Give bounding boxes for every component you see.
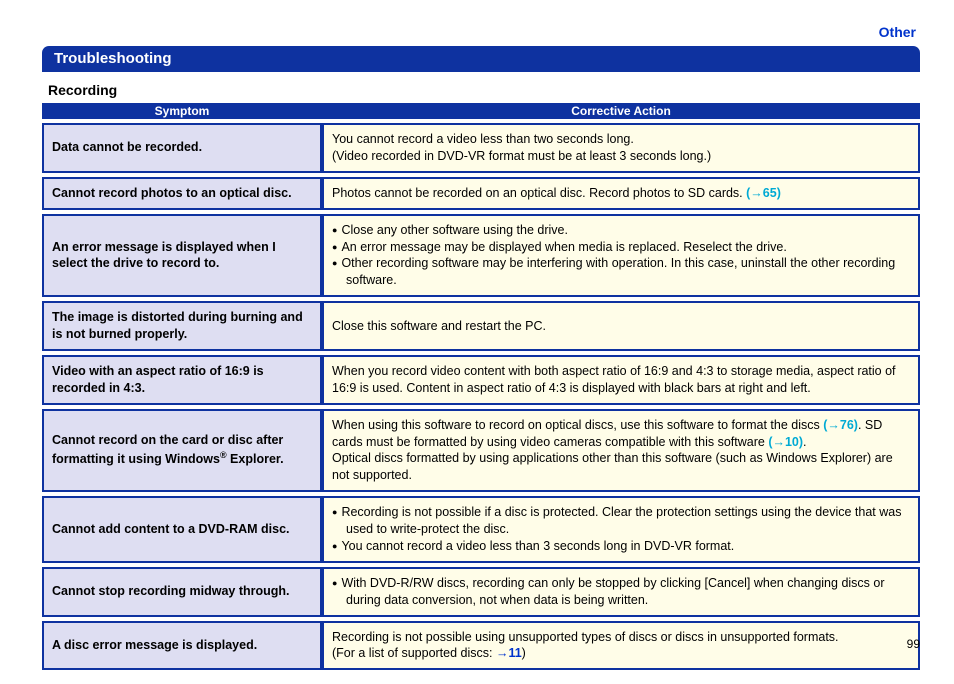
page-number: 99 — [907, 637, 920, 651]
symptom-cell: Cannot add content to a DVD-RAM disc. — [42, 496, 322, 563]
action-cell: Recording is not possible using unsuppor… — [322, 621, 920, 671]
table-row: Cannot add content to a DVD-RAM disc. Re… — [42, 496, 920, 563]
table-row: Cannot record photos to an optical disc.… — [42, 177, 920, 210]
action-bullet: You cannot record a video less than 3 se… — [332, 538, 910, 555]
troubleshooting-table: Symptom Corrective Action Data cannot be… — [42, 99, 920, 674]
action-text: ) — [522, 646, 526, 660]
page-title: Troubleshooting — [42, 46, 920, 72]
section-heading: Recording — [48, 82, 920, 98]
action-text: You cannot record a video less than two … — [332, 132, 634, 146]
symptom-cell: Video with an aspect ratio of 16:9 is re… — [42, 355, 322, 405]
action-cell: Close this software and restart the PC. — [322, 301, 920, 351]
page-ref-link[interactable]: (→65) — [746, 186, 781, 200]
table-row: Data cannot be recorded. You cannot reco… — [42, 123, 920, 173]
table-header: Symptom Corrective Action — [42, 103, 920, 119]
action-text: Optical discs formatted by using applica… — [332, 451, 893, 482]
table-row: Cannot stop recording midway through. Wi… — [42, 567, 920, 617]
table-row: The image is distorted during burning an… — [42, 301, 920, 351]
page-ref-link[interactable]: (→76) — [823, 418, 858, 432]
breadcrumb[interactable]: Other — [42, 20, 920, 46]
table-row: A disc error message is displayed. Recor… — [42, 621, 920, 671]
symptom-cell: A disc error message is displayed. — [42, 621, 322, 671]
table-row: Cannot record on the card or disc after … — [42, 409, 920, 493]
symptom-cell: Cannot record on the card or disc after … — [42, 409, 322, 493]
action-text: (Video recorded in DVD-VR format must be… — [332, 149, 711, 163]
action-cell: With DVD-R/RW discs, recording can only … — [322, 567, 920, 617]
action-text: Recording is not possible using unsuppor… — [332, 630, 839, 644]
action-cell: When you record video content with both … — [322, 355, 920, 405]
action-cell: Recording is not possible if a disc is p… — [322, 496, 920, 563]
action-bullet: Close any other software using the drive… — [332, 222, 910, 239]
action-cell: Close any other software using the drive… — [322, 214, 920, 298]
action-bullet: With DVD-R/RW discs, recording can only … — [332, 575, 910, 609]
action-cell: Photos cannot be recorded on an optical … — [322, 177, 920, 210]
action-cell: When using this software to record on op… — [322, 409, 920, 493]
header-action: Corrective Action — [322, 103, 920, 119]
symptom-cell: Cannot record photos to an optical disc. — [42, 177, 322, 210]
action-text: (For a list of supported discs: — [332, 646, 496, 660]
action-bullet: Recording is not possible if a disc is p… — [332, 504, 910, 538]
action-cell: You cannot record a video less than two … — [322, 123, 920, 173]
header-symptom: Symptom — [42, 103, 322, 119]
symptom-cell: The image is distorted during burning an… — [42, 301, 322, 351]
page-ref-link[interactable]: (→10) — [768, 435, 803, 449]
action-text: . — [803, 435, 806, 449]
action-text: When using this software to record on op… — [332, 418, 823, 432]
action-bullet: Other recording software may be interfer… — [332, 255, 910, 289]
page-ref-link[interactable]: →11 — [496, 646, 522, 660]
symptom-cell: Cannot stop recording midway through. — [42, 567, 322, 617]
symptom-cell: Data cannot be recorded. — [42, 123, 322, 173]
symptom-cell: An error message is displayed when I sel… — [42, 214, 322, 298]
table-row: Video with an aspect ratio of 16:9 is re… — [42, 355, 920, 405]
action-text: Photos cannot be recorded on an optical … — [332, 186, 746, 200]
table-row: An error message is displayed when I sel… — [42, 214, 920, 298]
action-bullet: An error message may be displayed when m… — [332, 239, 910, 256]
